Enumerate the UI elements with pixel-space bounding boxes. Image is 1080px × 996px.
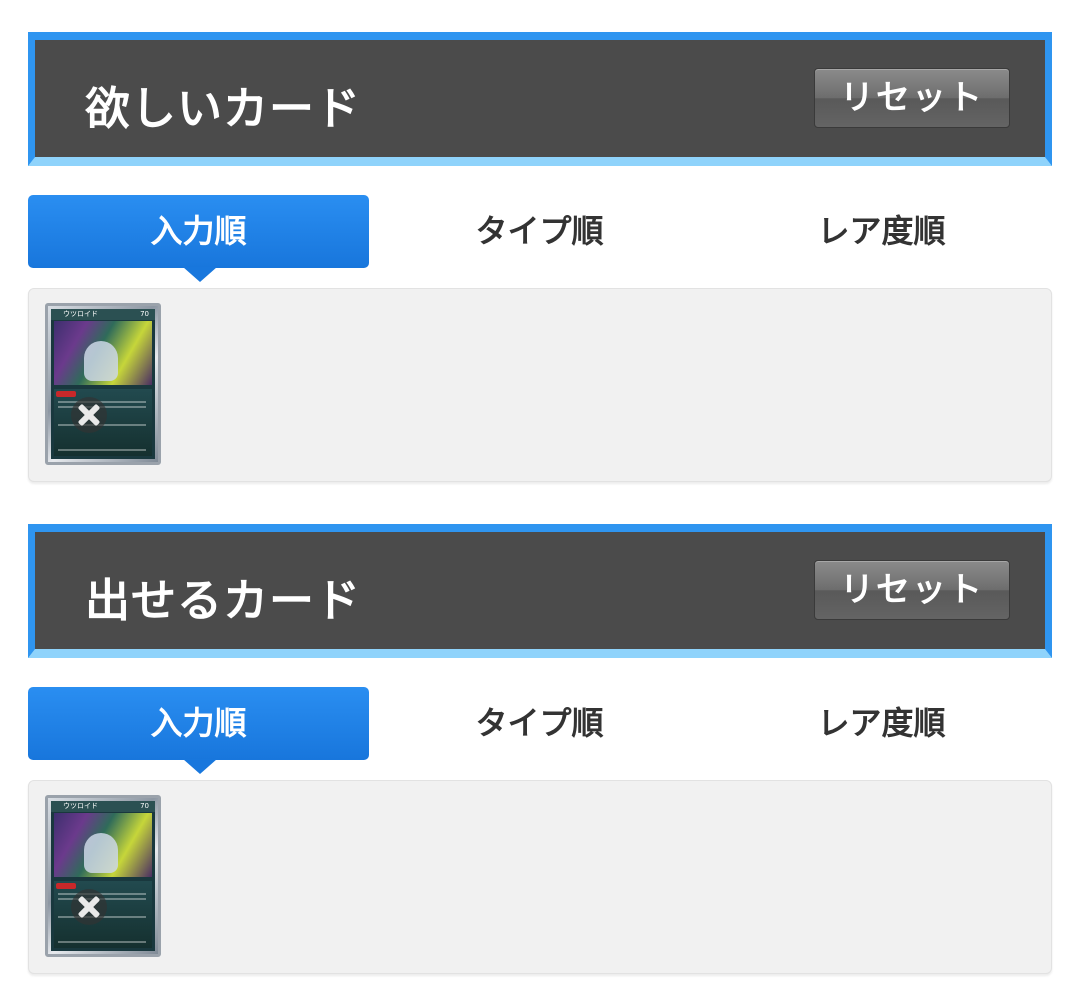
card-attack-badge [56, 883, 76, 889]
card-artwork [54, 321, 152, 385]
card-creature-illustration [84, 341, 118, 381]
card-text-line [58, 941, 146, 943]
offer-cards-header: 出せるカード リセット [28, 524, 1052, 658]
wanted-cards-section: 欲しいカード リセット 入力順 タイプ順 レア度順 ウツロイド 70 [28, 32, 1052, 482]
tab-type-order[interactable]: タイプ順 [369, 195, 710, 268]
card-artwork [54, 813, 152, 877]
card-hp: 70 [140, 310, 149, 318]
tab-type-order[interactable]: タイプ順 [369, 687, 710, 760]
offer-card-list: ウツロイド 70 [28, 780, 1052, 974]
active-tab-pointer [183, 759, 217, 774]
offer-cards-title: 出せるカード [85, 574, 362, 627]
card-image: ウツロイド 70 [51, 801, 155, 951]
offer-cards-section: 出せるカード リセット 入力順 タイプ順 レア度順 ウツロイド 70 [28, 524, 1052, 974]
tab-rarity-order[interactable]: レア度順 [711, 195, 1052, 268]
wanted-reset-button[interactable]: リセット [814, 68, 1010, 128]
offer-sort-tabs: 入力順 タイプ順 レア度順 [28, 687, 1052, 777]
close-x-icon[interactable] [71, 889, 107, 925]
wanted-cards-title: 欲しいカード [85, 82, 362, 135]
card-thumbnail[interactable]: ウツロイド 70 [45, 303, 161, 465]
offer-reset-button[interactable]: リセット [814, 560, 1010, 620]
card-hp: 70 [140, 802, 149, 810]
card-creature-illustration [84, 833, 118, 873]
tab-input-order[interactable]: 入力順 [28, 687, 369, 760]
wanted-card-list: ウツロイド 70 [28, 288, 1052, 482]
card-attack-badge [56, 391, 76, 397]
tab-input-order[interactable]: 入力順 [28, 195, 369, 268]
close-x-icon[interactable] [71, 397, 107, 433]
active-tab-pointer [183, 267, 217, 282]
tab-rarity-order[interactable]: レア度順 [711, 687, 1052, 760]
wanted-cards-header: 欲しいカード リセット [28, 32, 1052, 166]
card-image: ウツロイド 70 [51, 309, 155, 459]
card-thumbnail[interactable]: ウツロイド 70 [45, 795, 161, 957]
wanted-sort-tabs: 入力順 タイプ順 レア度順 [28, 195, 1052, 285]
card-text-line [58, 449, 146, 451]
